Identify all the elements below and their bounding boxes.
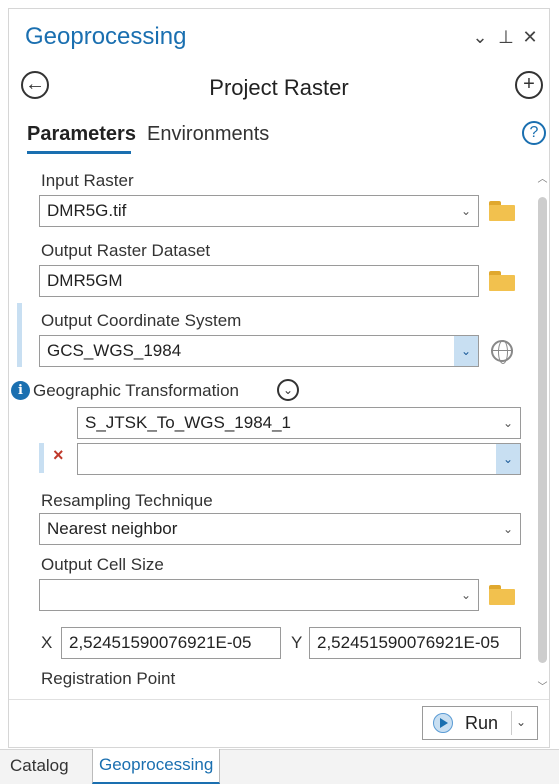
- cell-size-label: Output Cell Size: [41, 555, 164, 574]
- dock-tab-strip: Catalog Geoprocessing: [0, 749, 559, 784]
- folder-icon[interactable]: [489, 201, 515, 221]
- run-button[interactable]: Run ⌄: [422, 706, 538, 740]
- error-x-icon[interactable]: ×: [53, 445, 64, 466]
- tab-environments[interactable]: Environments: [147, 123, 269, 146]
- scroll-thumb[interactable]: [538, 197, 547, 663]
- folder-icon[interactable]: [489, 271, 515, 291]
- chevron-down-icon[interactable]: ⌄: [454, 580, 478, 610]
- chevron-down-icon[interactable]: ⌄: [454, 196, 478, 226]
- resampling-field[interactable]: Nearest neighbor ⌄: [39, 513, 521, 545]
- resampling-label: Resampling Technique: [41, 491, 213, 510]
- info-icon[interactable]: i: [11, 381, 30, 400]
- run-options-chevron-icon[interactable]: ⌄: [516, 715, 526, 729]
- output-cs-label: Output Coordinate System: [41, 311, 242, 330]
- pin-icon[interactable]: ⊥: [497, 27, 515, 48]
- add-icon[interactable]: +: [515, 71, 543, 99]
- new-row-marker: [39, 443, 44, 473]
- geo-transform-value: S_JTSK_To_WGS_1984_1: [85, 413, 292, 432]
- pane-title: Geoprocessing: [25, 23, 187, 50]
- chevron-down-icon[interactable]: ⌄: [496, 444, 520, 474]
- active-tab-indicator: [27, 151, 131, 154]
- parameters-form: Input Raster DMR5G.tif ⌄ Output Raster D…: [9, 161, 549, 691]
- cell-size-y-label: Y: [291, 633, 303, 652]
- cell-size-field[interactable]: ⌄: [39, 579, 479, 611]
- run-divider: [511, 711, 512, 735]
- run-label: Run: [465, 713, 499, 733]
- changed-parameter-marker: [17, 303, 22, 367]
- pane-options-chevron-icon[interactable]: ⌄: [471, 27, 489, 48]
- output-raster-field[interactable]: DMR5GM: [39, 265, 479, 297]
- expand-chevron-icon[interactable]: ⌄: [277, 379, 299, 401]
- play-icon: [433, 713, 453, 733]
- scroll-up-icon[interactable]: ︿: [536, 173, 549, 187]
- output-raster-label: Output Raster Dataset: [41, 241, 211, 260]
- dock-tab-geoprocessing[interactable]: Geoprocessing: [92, 749, 221, 784]
- geo-transform-field[interactable]: S_JTSK_To_WGS_1984_1 ⌄: [77, 407, 521, 439]
- geo-transform-label: Geographic Transformation: [33, 381, 239, 400]
- output-raster-value: DMR5GM: [47, 271, 123, 290]
- registration-label: Registration Point: [41, 669, 176, 688]
- help-icon[interactable]: ?: [522, 121, 546, 145]
- pane-footer: Run ⌄: [9, 699, 549, 747]
- input-raster-label: Input Raster: [41, 171, 134, 190]
- tab-parameters[interactable]: Parameters: [27, 123, 136, 146]
- folder-icon[interactable]: [489, 585, 515, 605]
- cell-size-y-value: 2,52451590076921E-05: [317, 633, 500, 652]
- tool-title: Project Raster: [209, 75, 349, 100]
- chevron-down-icon[interactable]: ⌄: [454, 336, 478, 366]
- vertical-scrollbar[interactable]: ︿ ﹀: [536, 169, 549, 697]
- cell-size-y-input[interactable]: 2,52451590076921E-05: [309, 627, 521, 659]
- tool-header: ← Project Raster +: [9, 67, 549, 111]
- geo-transform-field-2[interactable]: ⌄: [77, 443, 521, 475]
- output-cs-value: GCS_WGS_1984: [47, 341, 182, 360]
- cell-size-x-label: X: [41, 633, 53, 652]
- input-raster-field[interactable]: DMR5G.tif ⌄: [39, 195, 479, 227]
- pane-title-bar: Geoprocessing ⌄ ⊥ ✕: [9, 9, 549, 67]
- close-icon[interactable]: ✕: [521, 27, 539, 48]
- chevron-down-icon[interactable]: ⌄: [496, 408, 520, 438]
- chevron-down-icon[interactable]: ⌄: [496, 514, 520, 544]
- dock-tab-catalog[interactable]: Catalog: [4, 750, 75, 784]
- cell-size-x-value: 2,52451590076921E-05: [69, 633, 252, 652]
- input-raster-value: DMR5G.tif: [47, 201, 127, 220]
- resampling-value: Nearest neighbor: [47, 519, 178, 538]
- globe-icon[interactable]: [491, 340, 513, 364]
- scroll-down-icon[interactable]: ﹀: [536, 681, 549, 695]
- output-cs-field[interactable]: GCS_WGS_1984 ⌄: [39, 335, 479, 367]
- geoprocessing-pane: Geoprocessing ⌄ ⊥ ✕ ← Project Raster + P…: [8, 8, 550, 748]
- cell-size-x-input[interactable]: 2,52451590076921E-05: [61, 627, 281, 659]
- tool-tabs: Parameters Environments ?: [9, 117, 549, 157]
